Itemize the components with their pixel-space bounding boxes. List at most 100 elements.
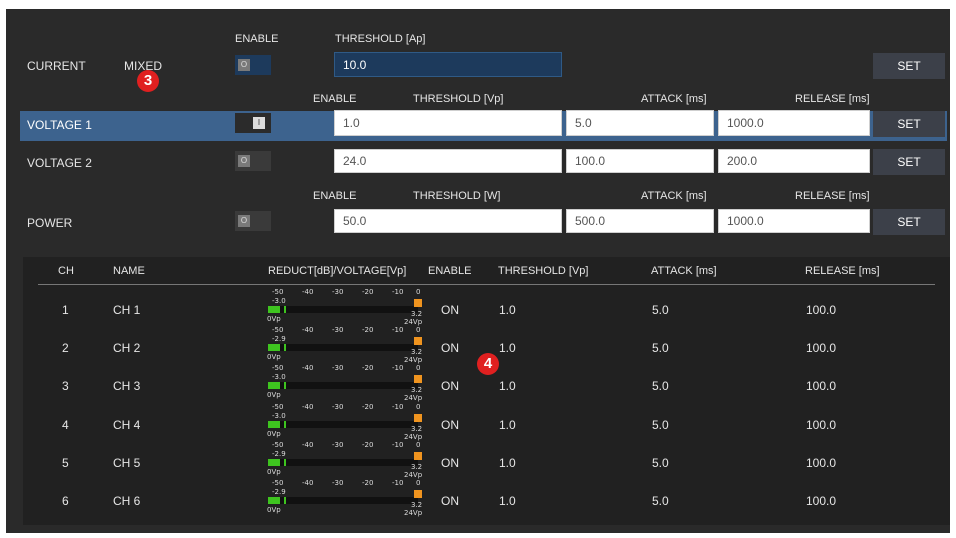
row-release[interactable]: 100.0 xyxy=(806,341,836,355)
reduction-voltage-meter: -50 -40 -30 -20 -10 0 -2.9 0Vp 3.2 24Vp xyxy=(266,441,430,481)
row-threshold[interactable]: 1.0 xyxy=(499,494,516,508)
row-release[interactable]: 100.0 xyxy=(806,456,836,470)
meter-bar xyxy=(268,306,418,313)
meter-max-label: 24Vp xyxy=(404,318,423,326)
row-attack[interactable]: 5.0 xyxy=(652,456,669,470)
power-enable-toggle[interactable]: O xyxy=(235,211,271,231)
toggle-knob: I xyxy=(253,117,265,129)
meter-limit-indicator xyxy=(414,490,422,498)
meter-fill xyxy=(268,459,280,466)
voltage1-release-input[interactable] xyxy=(718,110,870,136)
meter-scale-label: -50 xyxy=(272,479,284,487)
row-release[interactable]: 100.0 xyxy=(806,418,836,432)
meter-min-label: 0Vp xyxy=(267,315,281,323)
meter-fill xyxy=(268,382,280,389)
row-attack[interactable]: 5.0 xyxy=(652,418,669,432)
current-threshold-input[interactable] xyxy=(334,52,562,77)
meter-peak-value: -3.0 xyxy=(272,373,286,381)
power-set-button[interactable]: SET xyxy=(873,209,945,235)
row-name[interactable]: CH 1 xyxy=(113,303,140,317)
row-release[interactable]: 100.0 xyxy=(806,494,836,508)
power-release-input[interactable] xyxy=(718,209,870,233)
row-threshold[interactable]: 1.0 xyxy=(499,379,516,393)
row-attack[interactable]: 5.0 xyxy=(652,341,669,355)
callout-badge-3: 3 xyxy=(137,70,159,92)
col-header-ch: CH xyxy=(58,265,74,277)
row-release[interactable]: 100.0 xyxy=(806,303,836,317)
meter-scale-label: -20 xyxy=(362,288,374,296)
meter-scale-label: -40 xyxy=(302,364,314,372)
row-attack[interactable]: 5.0 xyxy=(652,303,669,317)
meter-min-label: 0Vp xyxy=(267,353,281,361)
row-enable[interactable]: ON xyxy=(441,303,459,317)
meter-scale-label: -40 xyxy=(302,288,314,296)
row-release[interactable]: 100.0 xyxy=(806,379,836,393)
meter-limit-indicator xyxy=(414,414,422,422)
meter-scale-label: -20 xyxy=(362,403,374,411)
meter-peak-tick xyxy=(284,459,286,466)
reduction-voltage-meter: -50 -40 -30 -20 -10 0 -3.0 0Vp 3.2 24Vp xyxy=(266,403,430,443)
row-threshold[interactable]: 1.0 xyxy=(499,303,516,317)
meter-peak-tick xyxy=(284,497,286,504)
row-enable[interactable]: ON xyxy=(441,456,459,470)
voltage2-release-input[interactable] xyxy=(718,149,870,173)
row-attack[interactable]: 5.0 xyxy=(652,379,669,393)
row-name[interactable]: CH 6 xyxy=(113,494,140,508)
meter-scale-label: -30 xyxy=(332,403,344,411)
voltage1-enable-toggle[interactable]: I xyxy=(235,113,271,133)
row-name[interactable]: CH 2 xyxy=(113,341,140,355)
meter-fill xyxy=(268,306,280,313)
power-attack-input[interactable] xyxy=(566,209,714,233)
meter-scale-label: -30 xyxy=(332,479,344,487)
voltage-threshold-header: THRESHOLD [Vp] xyxy=(413,93,504,105)
meter-peak-value: -3.0 xyxy=(272,412,286,420)
row-enable[interactable]: ON xyxy=(441,379,459,393)
voltage1-attack-input[interactable] xyxy=(566,110,714,136)
row-enable[interactable]: ON xyxy=(441,418,459,432)
voltage1-set-button[interactable]: SET xyxy=(873,111,945,137)
meter-peak-value: -2.9 xyxy=(272,450,286,458)
current-set-button[interactable]: SET xyxy=(873,53,945,79)
meter-limit-indicator xyxy=(414,337,422,345)
meter-scale-label: 0 xyxy=(416,326,421,334)
voltage2-attack-input[interactable] xyxy=(566,149,714,173)
voltage2-enable-toggle[interactable]: O xyxy=(235,151,271,171)
meter-voltage-value: 3.2 xyxy=(411,310,423,318)
meter-scale-label: -30 xyxy=(332,441,344,449)
row-attack[interactable]: 5.0 xyxy=(652,494,669,508)
meter-limit-indicator xyxy=(414,375,422,383)
row-threshold[interactable]: 1.0 xyxy=(499,418,516,432)
voltage2-set-button[interactable]: SET xyxy=(873,149,945,175)
meter-bar xyxy=(268,344,418,351)
voltage2-threshold-input[interactable] xyxy=(334,149,562,173)
meter-scale-label: 0 xyxy=(416,441,421,449)
meter-min-label: 0Vp xyxy=(267,430,281,438)
row-enable[interactable]: ON xyxy=(441,494,459,508)
col-header-attack: ATTACK [ms] xyxy=(651,265,717,277)
meter-scale-label: -50 xyxy=(272,364,284,372)
reduction-voltage-meter: -50 -40 -30 -20 -10 0 -3.0 0Vp 3.2 24Vp xyxy=(266,288,430,328)
current-enable-toggle[interactable]: O xyxy=(235,55,271,75)
toggle-knob: O xyxy=(238,215,250,227)
meter-min-label: 0Vp xyxy=(267,468,281,476)
voltage1-threshold-input[interactable] xyxy=(334,110,562,136)
col-header-enable: ENABLE xyxy=(428,265,472,277)
current-threshold-header: THRESHOLD [Ap] xyxy=(335,33,426,45)
voltage1-label: VOLTAGE 1 xyxy=(27,118,92,132)
col-header-release: RELEASE [ms] xyxy=(805,265,880,277)
row-enable[interactable]: ON xyxy=(441,341,459,355)
meter-max-label: 24Vp xyxy=(404,509,423,517)
row-threshold[interactable]: 1.0 xyxy=(499,456,516,470)
row-name[interactable]: CH 5 xyxy=(113,456,140,470)
power-threshold-input[interactable] xyxy=(334,209,562,233)
row-threshold[interactable]: 1.0 xyxy=(499,341,516,355)
meter-scale-label: -40 xyxy=(302,441,314,449)
row-name[interactable]: CH 4 xyxy=(113,418,140,432)
voltage-attack-header: ATTACK [ms] xyxy=(641,93,707,105)
meter-scale-label: -50 xyxy=(272,288,284,296)
meter-max-label: 24Vp xyxy=(404,433,423,441)
meter-scale-label: -30 xyxy=(332,364,344,372)
row-name[interactable]: CH 3 xyxy=(113,379,140,393)
meter-peak-value: -2.9 xyxy=(272,488,286,496)
meter-scale-label: 0 xyxy=(416,288,421,296)
